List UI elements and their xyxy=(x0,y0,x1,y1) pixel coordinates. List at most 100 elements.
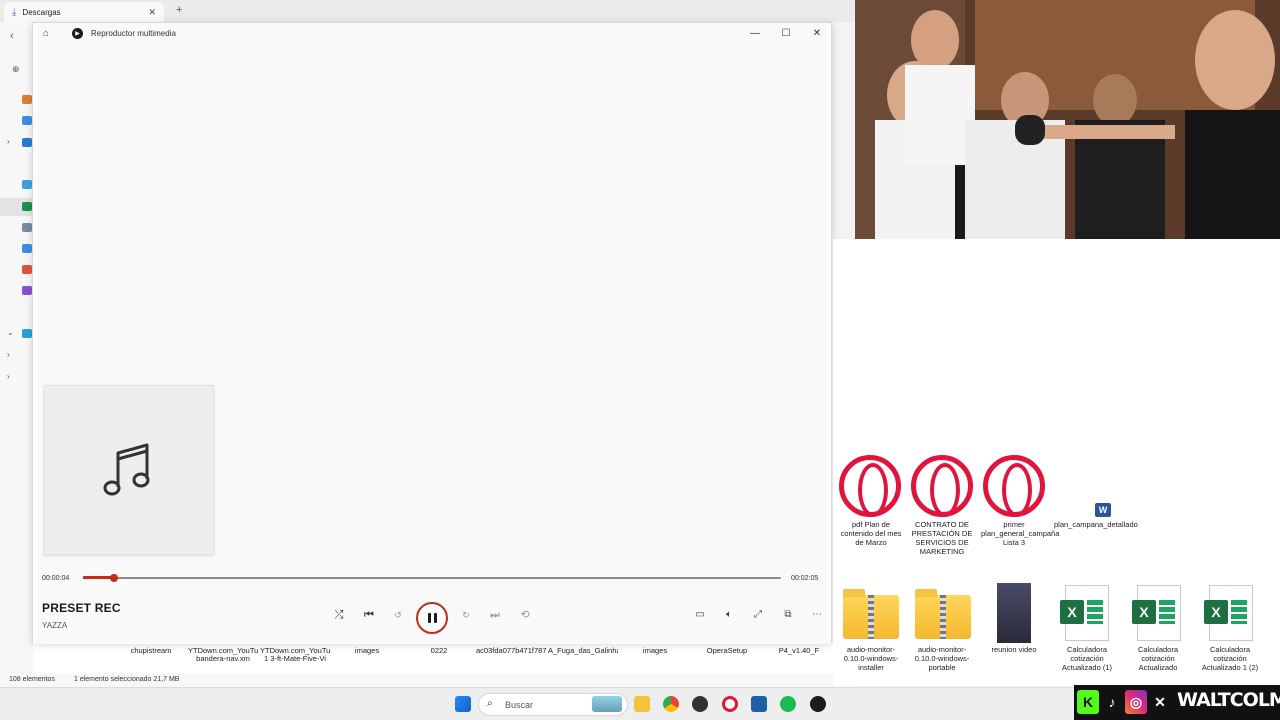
search-icon: ⌕ xyxy=(487,698,493,709)
onedrive-icon[interactable] xyxy=(22,138,32,147)
desktop-file-label[interactable]: audio-monitor-0.10.0-windows-portable xyxy=(909,645,975,673)
excel-file-icon[interactable]: X xyxy=(1132,585,1181,641)
instagram-icon: ◎ xyxy=(1125,690,1147,714)
previous-icon[interactable]: ⏮ xyxy=(360,606,378,624)
streamer-name: WALTCOLM xyxy=(1177,689,1280,711)
file-item[interactable]: 0222 xyxy=(404,647,474,673)
desktop-file-label[interactable]: CONTRATO DE PRESTACIÓN DE SERVICIOS DE M… xyxy=(909,520,975,556)
weather-widget-icon[interactable] xyxy=(592,696,622,712)
excel-file-icon[interactable]: X xyxy=(1060,585,1109,641)
media-player-taskbar-icon[interactable] xyxy=(810,696,826,712)
explorer-sidebar: ‹ ⊕ › ⌄ › › xyxy=(0,22,33,672)
explorer-file-strip: chupistream YTDown.com_YouTube_Plantilla… xyxy=(33,643,833,673)
videos-icon[interactable] xyxy=(22,286,32,295)
desktop-file-label[interactable]: Calculadora cotización Actualizado (1) xyxy=(1054,645,1120,673)
chevron-right-icon[interactable]: › xyxy=(7,372,10,381)
this-pc-icon[interactable] xyxy=(22,329,32,338)
song-title[interactable]: PRESET REC xyxy=(42,601,121,615)
opera-pdf-icon[interactable] xyxy=(839,455,901,517)
pictures-icon[interactable] xyxy=(22,244,32,253)
desktop-file-label[interactable]: plan_campana_detallado xyxy=(1054,520,1138,529)
search-placeholder: Buscar xyxy=(505,700,534,710)
chevron-right-icon[interactable]: › xyxy=(7,350,10,359)
shuffle-icon[interactable]: ⤮ xyxy=(330,606,348,624)
desktop-area: pdf Plan de contenido del mes de Marzo C… xyxy=(833,239,1280,686)
music-icon[interactable] xyxy=(22,265,32,274)
rewind-10-icon[interactable]: ↺ xyxy=(389,606,407,624)
x-icon: ✕ xyxy=(1149,690,1171,714)
desktop-file-label[interactable]: Calculadora cotización Actualizado xyxy=(1125,645,1191,673)
file-item[interactable]: P4_v1.40_F xyxy=(764,647,834,673)
opera-pdf-icon[interactable] xyxy=(911,455,973,517)
chrome-icon[interactable] xyxy=(663,696,679,712)
seek-bar[interactable] xyxy=(83,574,781,582)
home-icon[interactable]: ⌂ xyxy=(43,28,49,39)
file-item[interactable]: YTDown.com_YouTube_Plantilla bandera-nav… xyxy=(188,647,258,673)
time-total: 00:02:05 xyxy=(791,575,819,582)
back-icon[interactable]: ‹ xyxy=(10,30,14,42)
desktop-file-label[interactable]: Calculadora cotización Actualizado 1 (2) xyxy=(1197,645,1263,673)
kick-icon: K xyxy=(1077,690,1099,714)
pause-icon xyxy=(427,613,437,623)
gallery-icon[interactable] xyxy=(22,116,32,125)
chevron-right-icon[interactable]: › xyxy=(7,137,10,146)
tiktok-icon: ♪ xyxy=(1101,690,1123,714)
seek-thumb[interactable] xyxy=(109,574,118,582)
file-item[interactable]: A_Fuga_das_Galinhas xyxy=(548,647,618,673)
zip-folder-icon[interactable] xyxy=(915,589,971,639)
repeat-icon[interactable]: ⟲ xyxy=(516,606,534,624)
song-artist[interactable]: YAZZA xyxy=(42,621,67,630)
file-item[interactable]: OperaSetup xyxy=(692,647,762,673)
new-tab-button[interactable]: + xyxy=(176,4,182,16)
tab-close-icon[interactable]: ✕ xyxy=(148,7,156,18)
minimize-button[interactable]: — xyxy=(746,26,764,42)
tab-label: Descargas xyxy=(22,7,61,17)
spotify-icon[interactable] xyxy=(780,696,796,712)
opera-icon[interactable] xyxy=(722,696,738,712)
webcam-video-frame xyxy=(855,0,1280,239)
start-icon[interactable] xyxy=(455,696,471,712)
chevron-down-icon[interactable]: ⌄ xyxy=(7,328,14,337)
forward-30-icon[interactable]: ↻ xyxy=(457,606,475,624)
documents-icon[interactable] xyxy=(22,223,32,232)
desktop-file-label[interactable]: audio-monitor-0.10.0-windows-installer xyxy=(838,645,904,673)
maximize-button[interactable]: ☐ xyxy=(777,26,795,42)
media-player-window: ⌂ ▶ Reproductor multimedia — ☐ ✕ 00:00:0… xyxy=(32,22,832,644)
captions-icon[interactable]: ▭ xyxy=(691,606,709,624)
playback-controls: 00:00:04 00:02:05 PRESET REC YAZZA ⤮ ⏮ ↺… xyxy=(33,566,831,644)
volume-icon[interactable]: 🔈︎ xyxy=(720,606,738,624)
zip-folder-icon[interactable] xyxy=(843,589,899,639)
file-explorer-icon[interactable] xyxy=(634,696,650,712)
file-item[interactable]: images xyxy=(332,647,402,673)
home-icon[interactable] xyxy=(22,95,32,104)
status-bar: 108 elementos 1 elemento seleccionado 21… xyxy=(0,673,855,687)
app-icon[interactable] xyxy=(692,696,708,712)
store-icon[interactable] xyxy=(751,696,767,712)
file-item[interactable]: YTDown.com_YouTube_Letania-1 3-ft-Mate-F… xyxy=(260,647,330,673)
mini-player-icon[interactable]: ⧉ xyxy=(779,606,797,624)
file-item[interactable]: images xyxy=(620,647,690,673)
window-title: Reproductor multimedia xyxy=(91,29,176,38)
tab-descargas[interactable]: ⤓ Descargas ✕ xyxy=(4,2,164,22)
close-button[interactable]: ✕ xyxy=(808,26,826,42)
status-count: 108 elementos xyxy=(9,676,55,683)
file-item[interactable]: chupistream xyxy=(116,647,186,673)
desktop-icon[interactable] xyxy=(22,180,32,189)
excel-file-icon[interactable]: X xyxy=(1204,585,1253,641)
file-item[interactable]: ac03fda077b471f78777d82546cdac97ddd8d613… xyxy=(476,647,546,673)
new-icon[interactable]: ⊕ xyxy=(12,64,20,75)
fullscreen-icon[interactable]: ⤢ xyxy=(749,606,767,624)
desktop-file-label[interactable]: reunion video xyxy=(981,645,1047,654)
opera-pdf-icon[interactable] xyxy=(983,455,1045,517)
next-icon[interactable]: ⏭ xyxy=(486,606,504,624)
downloads-icon[interactable] xyxy=(22,202,32,211)
pause-button[interactable] xyxy=(416,602,448,634)
album-art-placeholder xyxy=(44,385,214,555)
desktop-file-label[interactable]: primer plan_general_campaña Lista 3 xyxy=(981,520,1059,547)
more-options-icon[interactable]: ⋯ xyxy=(808,606,826,624)
video-thumbnail[interactable] xyxy=(997,583,1031,643)
word-doc-icon[interactable]: W xyxy=(1095,503,1111,517)
webcam-overlay xyxy=(855,0,1280,239)
desktop-file-label[interactable]: pdf Plan de contenido del mes de Marzo xyxy=(838,520,904,547)
streamer-brand-bar: K ♪ ◎ ✕ WALTCOLM xyxy=(1074,685,1280,720)
